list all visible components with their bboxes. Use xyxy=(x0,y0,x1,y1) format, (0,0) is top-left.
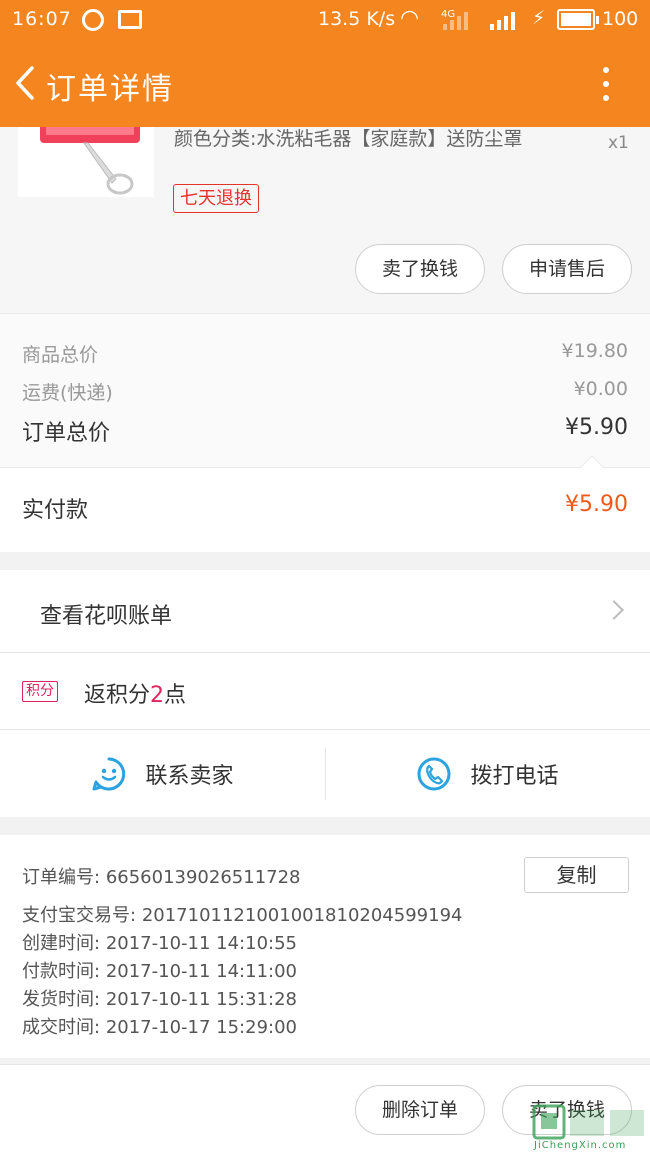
product-quantity: x1 xyxy=(608,133,629,153)
back-arrow-icon[interactable] xyxy=(12,66,42,100)
goods-total-row: 商品总价 ¥19.80 xyxy=(22,340,628,367)
points-suffix: 点 xyxy=(164,683,187,708)
paid-time-row: 付款时间: 2017-10-11 14:11:00 xyxy=(22,957,297,983)
points-tag: 积分 xyxy=(22,681,58,702)
contact-seller-button[interactable]: 联系卖家 xyxy=(0,730,325,817)
battery-level: 100 xyxy=(602,8,639,30)
completed-time-row: 成交时间: 2017-10-17 15:29:00 xyxy=(22,1013,297,1039)
paid-value: ¥5.90 xyxy=(565,492,628,517)
shipping-value: ¥0.00 xyxy=(573,378,628,400)
signal-4g-icon xyxy=(443,10,468,30)
charging-icon: ⚡ xyxy=(532,7,546,29)
shipping-row: 运费(快递) ¥0.00 xyxy=(22,378,628,405)
created-time-row: 创建时间: 2017-10-11 14:10:55 xyxy=(22,929,297,955)
points-amount: 2 xyxy=(150,683,165,708)
order-total-value: ¥5.90 xyxy=(565,415,628,440)
order-info-section: 订单编号: 66560139026511728 复制 支付宝交易号: 20171… xyxy=(0,835,650,1058)
product-section: 颜色分类:水洗粘毛器【家庭款】送防尘罩 x1 七天退换 卖了换钱 申请售后 xyxy=(0,127,650,313)
created-time-label: 创建时间: xyxy=(22,933,101,954)
after-sale-button[interactable]: 申请售后 xyxy=(502,244,632,294)
completed-time-label: 成交时间: xyxy=(22,1017,101,1038)
alipay-number-row: 支付宝交易号: 2017101121001001810204599194 xyxy=(22,901,462,927)
order-number-label: 订单编号: xyxy=(22,867,101,888)
points-text: 返积分2点 xyxy=(84,677,186,709)
paid-amount-row: 实付款 ¥5.90 xyxy=(0,455,650,552)
delete-order-button[interactable]: 删除订单 xyxy=(355,1085,485,1135)
completed-time-value: 2017-10-17 15:29:00 xyxy=(105,1017,297,1038)
paid-time-label: 付款时间: xyxy=(22,961,101,982)
alipay-number-label: 支付宝交易号: xyxy=(22,905,137,926)
page-title: 订单详情 xyxy=(46,72,174,107)
price-summary: 商品总价 ¥19.80 运费(快递) ¥0.00 订单总价 ¥5.90 xyxy=(0,313,650,467)
goods-total-value: ¥19.80 xyxy=(561,340,628,362)
network-speed: 13.5 K/s xyxy=(318,8,396,30)
divider xyxy=(0,652,650,653)
watermark-text: JiChengXin.com xyxy=(534,1140,627,1151)
signal-icon xyxy=(490,10,515,30)
more-menu-icon[interactable] xyxy=(599,67,613,101)
actions-section: 查看花呗账单 积分 返积分2点 联系卖家 拨打电话 xyxy=(0,570,650,817)
chat-face-icon xyxy=(92,757,126,790)
goods-total-label: 商品总价 xyxy=(22,344,99,366)
sync-icon xyxy=(82,9,104,31)
shipping-label: 运费(快递) xyxy=(22,382,113,404)
phone-icon xyxy=(417,757,451,790)
resell-button[interactable]: 卖了换钱 xyxy=(355,244,485,294)
chevron-right-icon[interactable] xyxy=(604,600,624,620)
paid-time-value: 2017-10-11 14:11:00 xyxy=(105,961,297,982)
shipped-time-row: 发货时间: 2017-10-11 15:31:28 xyxy=(22,985,297,1011)
call-phone-label: 拨打电话 xyxy=(470,763,559,789)
alipay-number-value: 2017101121001001810204599194 xyxy=(141,905,463,926)
shipped-time-value: 2017-10-11 15:31:28 xyxy=(105,989,297,1010)
product-variant: 颜色分类:水洗粘毛器【家庭款】送防尘罩 xyxy=(174,128,523,150)
battery-icon xyxy=(557,9,599,30)
huabei-bill-link[interactable]: 查看花呗账单 xyxy=(40,598,172,630)
app-header: 16:07 13.5 K/s ◠ 4G ⚡ 100 订单详情 xyxy=(0,0,650,127)
wifi-icon: ◠ xyxy=(400,6,420,31)
copy-button[interactable]: 复制 xyxy=(524,857,629,893)
points-prefix: 返积分 xyxy=(84,683,151,708)
order-total-label: 订单总价 xyxy=(22,421,111,446)
paid-label: 实付款 xyxy=(22,498,89,523)
shipped-time-label: 发货时间: xyxy=(22,989,101,1010)
contact-seller-label: 联系卖家 xyxy=(145,763,234,789)
call-phone-button[interactable]: 拨打电话 xyxy=(325,730,650,817)
order-number-value: 66560139026511728 xyxy=(105,867,301,888)
created-time-value: 2017-10-11 14:10:55 xyxy=(105,933,297,954)
product-thumbnail[interactable] xyxy=(18,127,154,197)
status-bar: 16:07 13.5 K/s ◠ 4G ⚡ 100 xyxy=(0,0,650,40)
return-policy-tag: 七天退换 xyxy=(173,184,259,213)
order-total-row: 订单总价 ¥5.90 xyxy=(22,415,628,447)
order-number-row: 订单编号: 66560139026511728 xyxy=(22,863,301,889)
image-notification-icon xyxy=(118,10,142,29)
status-time: 16:07 xyxy=(12,8,72,30)
